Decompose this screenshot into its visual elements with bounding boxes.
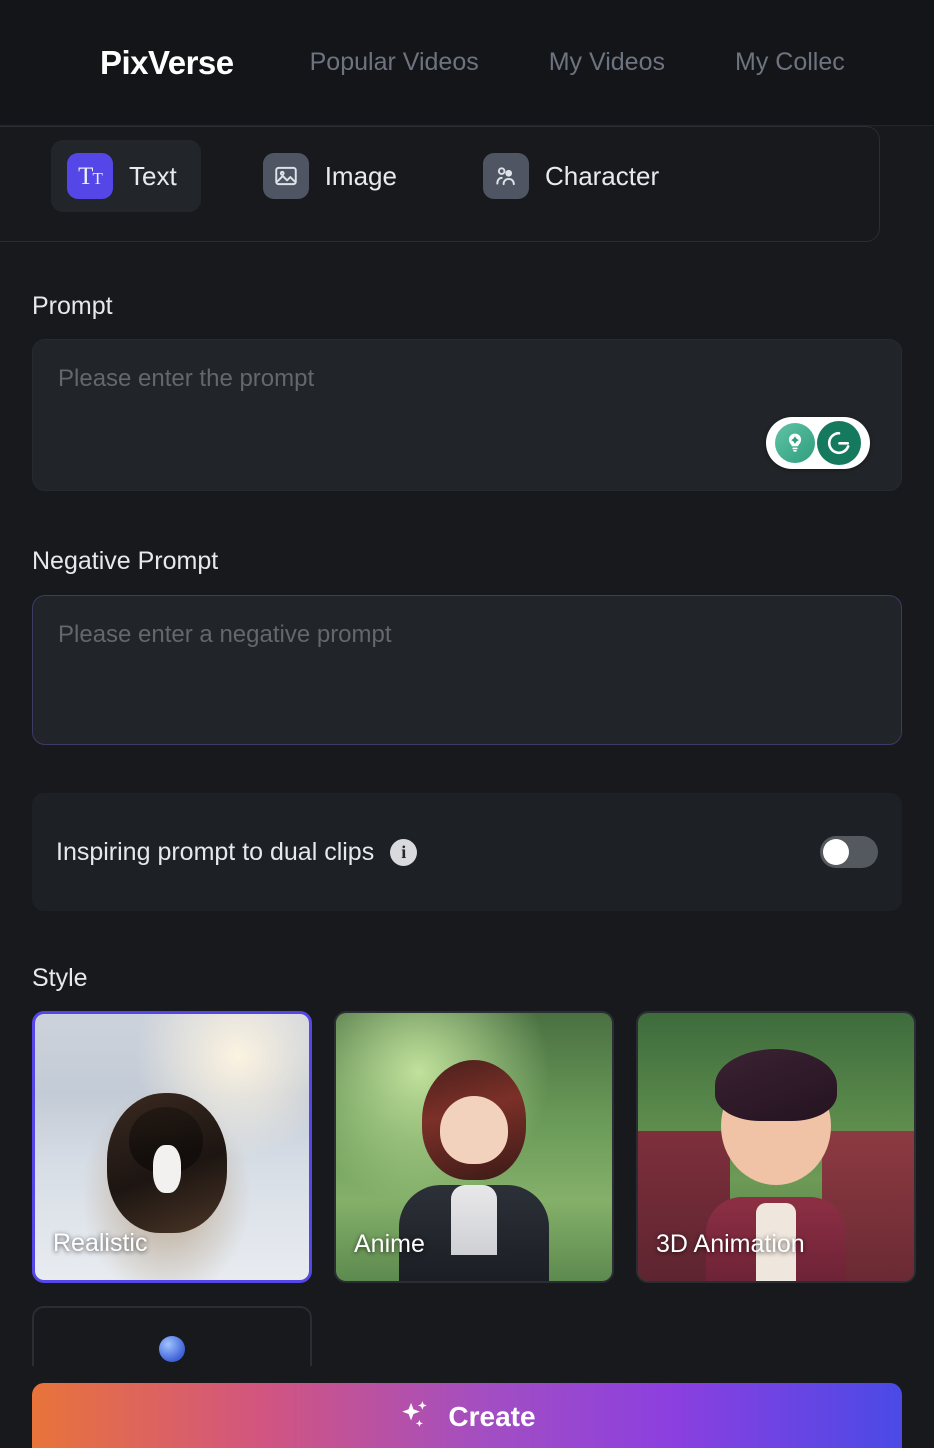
image-icon bbox=[262, 153, 309, 199]
style-card-label: Realistic bbox=[53, 1229, 148, 1257]
mode-tab-text[interactable]: TT Text bbox=[51, 140, 201, 212]
create-button-label: Create bbox=[448, 1401, 536, 1432]
character-icon bbox=[482, 153, 529, 199]
mode-selector: TT Text Image Character bbox=[0, 126, 880, 242]
mode-tab-text-label: Text bbox=[129, 160, 177, 191]
negative-prompt-label: Negative Prompt bbox=[32, 547, 219, 575]
style-card-partial-next-row[interactable] bbox=[32, 1306, 312, 1366]
prompt-placeholder: Please enter the prompt bbox=[58, 365, 315, 392]
nav-link-my-videos[interactable]: My Videos bbox=[549, 48, 665, 77]
toggle-knob bbox=[823, 839, 849, 865]
nav-link-popular-videos[interactable]: Popular Videos bbox=[310, 48, 479, 77]
nav-links: Popular Videos My Videos My Collec bbox=[310, 48, 845, 77]
info-icon[interactable]: i bbox=[390, 838, 418, 866]
prompt-input[interactable]: Please enter the prompt bbox=[32, 339, 902, 491]
top-navbar: PixVerse Popular Videos My Videos My Col… bbox=[0, 0, 934, 126]
text-tt-icon: TT bbox=[67, 153, 113, 199]
create-button[interactable]: Create bbox=[32, 1383, 902, 1448]
style-card-label: Anime bbox=[354, 1230, 425, 1258]
lightbulb-idea-icon bbox=[775, 423, 815, 463]
negative-prompt-placeholder: Please enter a negative prompt bbox=[58, 621, 392, 648]
mode-tab-image-label: Image bbox=[324, 160, 397, 191]
pixverse-create-page: PixVerse Popular Videos My Videos My Col… bbox=[0, 0, 934, 1448]
dual-clips-toggle[interactable] bbox=[820, 836, 878, 868]
style-label: Style bbox=[32, 964, 88, 992]
mode-tab-image[interactable]: Image bbox=[247, 140, 421, 212]
grammarly-g-icon bbox=[817, 421, 861, 465]
sparkle-icon bbox=[398, 1398, 432, 1437]
mode-tab-character-label: Character bbox=[544, 160, 660, 191]
grammarly-badge[interactable] bbox=[766, 417, 870, 469]
dual-clips-label: Inspiring prompt to dual clips bbox=[56, 837, 375, 866]
prompt-label: Prompt bbox=[32, 292, 113, 320]
style-card-label: 3D Animation bbox=[656, 1230, 805, 1258]
style-card-anime[interactable]: Anime bbox=[334, 1011, 614, 1283]
style-card-realistic[interactable]: Realistic bbox=[32, 1011, 312, 1283]
style-card-row: Realistic Anime 3D Animation bbox=[32, 1011, 934, 1283]
page-content: TT Text Image Character Prompt Please en… bbox=[0, 126, 934, 1448]
nav-link-my-collection[interactable]: My Collec bbox=[735, 48, 845, 77]
mode-selector-row: TT Text Image Character bbox=[51, 140, 683, 212]
mode-tab-character[interactable]: Character bbox=[467, 140, 683, 212]
dual-clips-row: Inspiring prompt to dual clips i bbox=[32, 793, 902, 911]
negative-prompt-input[interactable]: Please enter a negative prompt bbox=[32, 595, 902, 745]
style-card-3d-animation[interactable]: 3D Animation bbox=[636, 1011, 916, 1283]
brand-logo[interactable]: PixVerse bbox=[100, 44, 234, 82]
